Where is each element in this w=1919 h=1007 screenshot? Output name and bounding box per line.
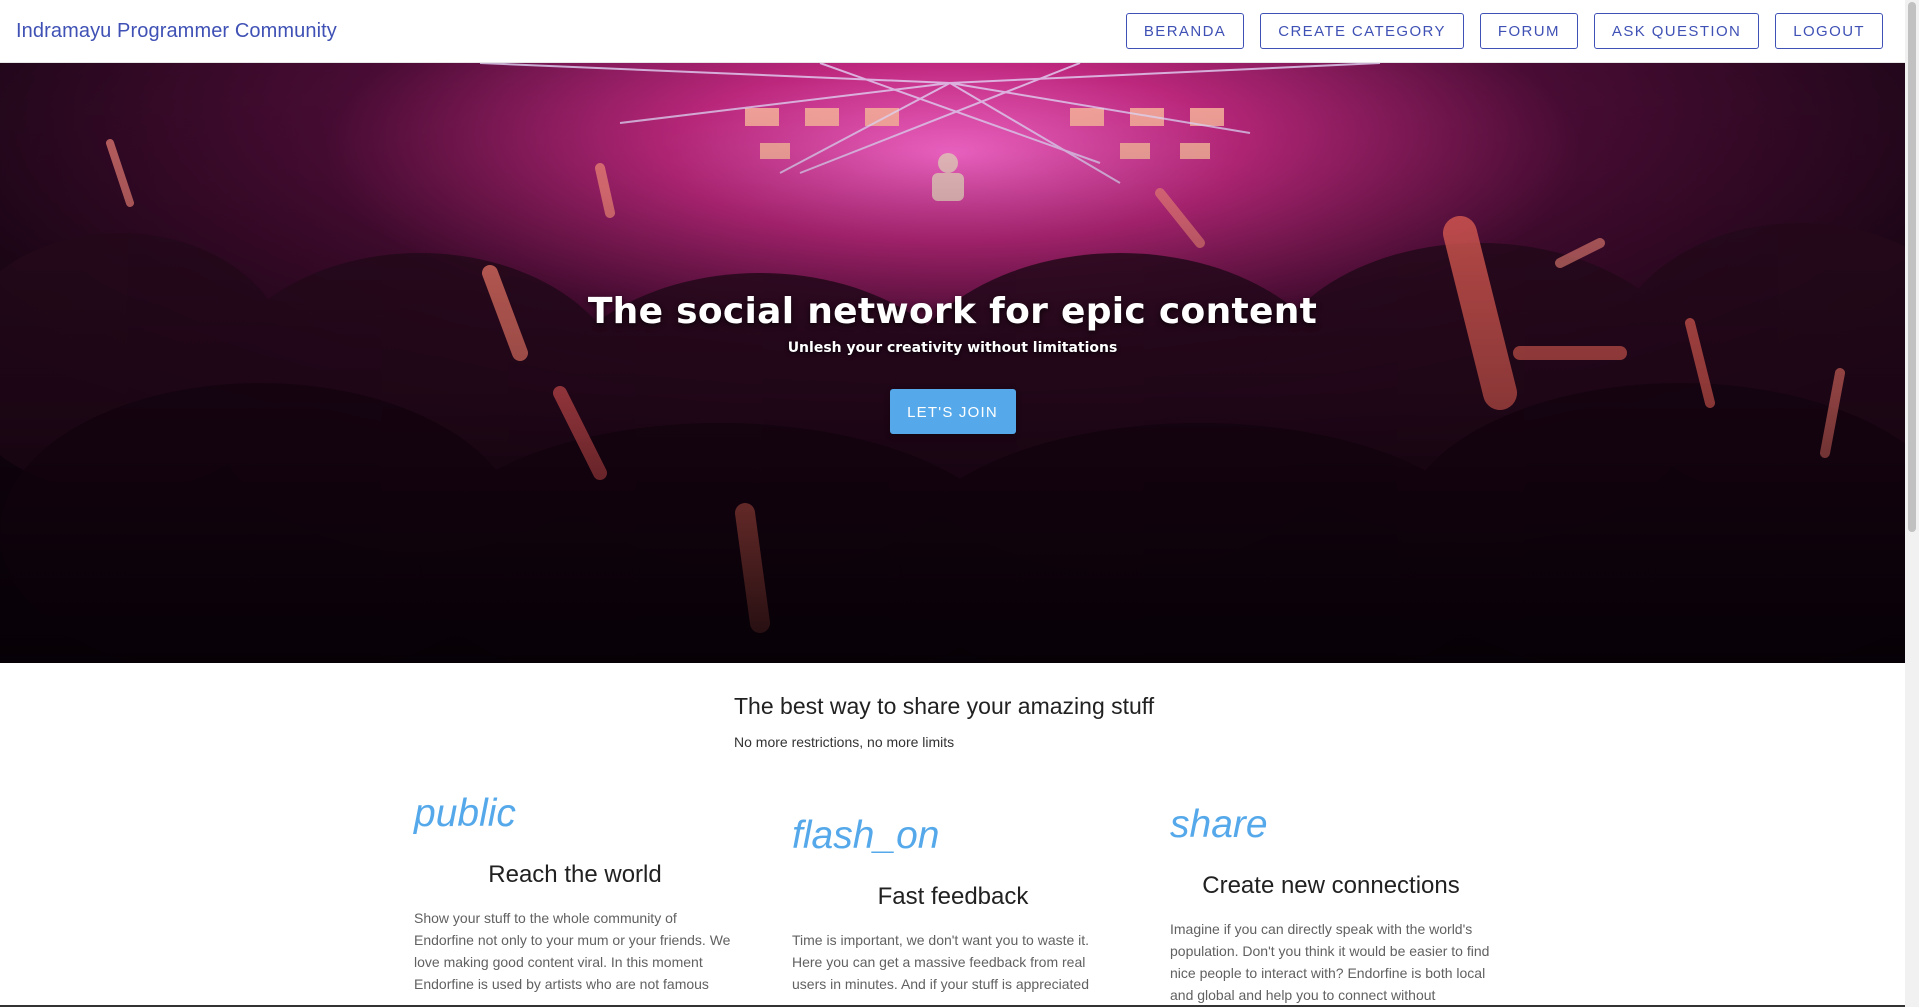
hero-section: The social network for epic content Unle… — [0, 63, 1905, 663]
navbar: Indramayu Programmer Community BERANDA C… — [0, 0, 1905, 63]
nav-button-ask-question[interactable]: ASK QUESTION — [1593, 13, 1760, 49]
nav-button-create-category[interactable]: CREATE CATEGORY — [1260, 13, 1464, 49]
feature-title: Fast feedback — [877, 883, 1029, 910]
feature-reach-the-world: public Reach the world Show your stuff t… — [414, 794, 736, 995]
feature-fast-feedback: flash_on Fast feedback Time is important… — [792, 816, 1114, 995]
intro-title: The best way to share your amazing stuff — [734, 693, 1155, 719]
nav-buttons: BERANDA CREATE CATEGORY FORUM ASK QUESTI… — [1125, 13, 1883, 49]
feature-text: Show your stuff to the whole community o… — [414, 910, 731, 992]
hero-title: The social network for epic content — [587, 291, 1318, 332]
page-scrollbar[interactable] — [1905, 0, 1919, 1007]
hero-content: The social network for epic content Unle… — [0, 291, 1905, 434]
public-icon: public — [414, 792, 516, 835]
feature-text: Imagine if you can directly speak with t… — [1170, 921, 1490, 1003]
brand-link[interactable]: Indramayu Programmer Community — [16, 20, 337, 43]
intro-section: The best way to share your amazing stuff… — [734, 693, 1154, 750]
feature-text: Time is important, we don't want you to … — [792, 932, 1090, 992]
hero-subtitle: Unlesh your creativity without limitatio… — [787, 340, 1118, 356]
nav-button-forum[interactable]: FORUM — [1479, 13, 1578, 49]
nav-button-beranda[interactable]: BERANDA — [1125, 13, 1245, 49]
flash-on-icon: flash_on — [792, 814, 940, 857]
join-button[interactable]: LET'S JOIN — [889, 389, 1016, 434]
feature-create-new-connections: share Create new connections Imagine if … — [1170, 805, 1492, 1006]
page: Indramayu Programmer Community BERANDA C… — [0, 0, 1919, 1007]
share-icon: share — [1170, 803, 1268, 846]
feature-title: Reach the world — [488, 861, 662, 888]
nav-button-logout[interactable]: LOGOUT — [1775, 13, 1883, 49]
intro-subtitle: No more restrictions, no more limits — [734, 734, 955, 750]
feature-title: Create new connections — [1202, 872, 1460, 899]
scrollbar-thumb[interactable] — [1908, 2, 1916, 532]
